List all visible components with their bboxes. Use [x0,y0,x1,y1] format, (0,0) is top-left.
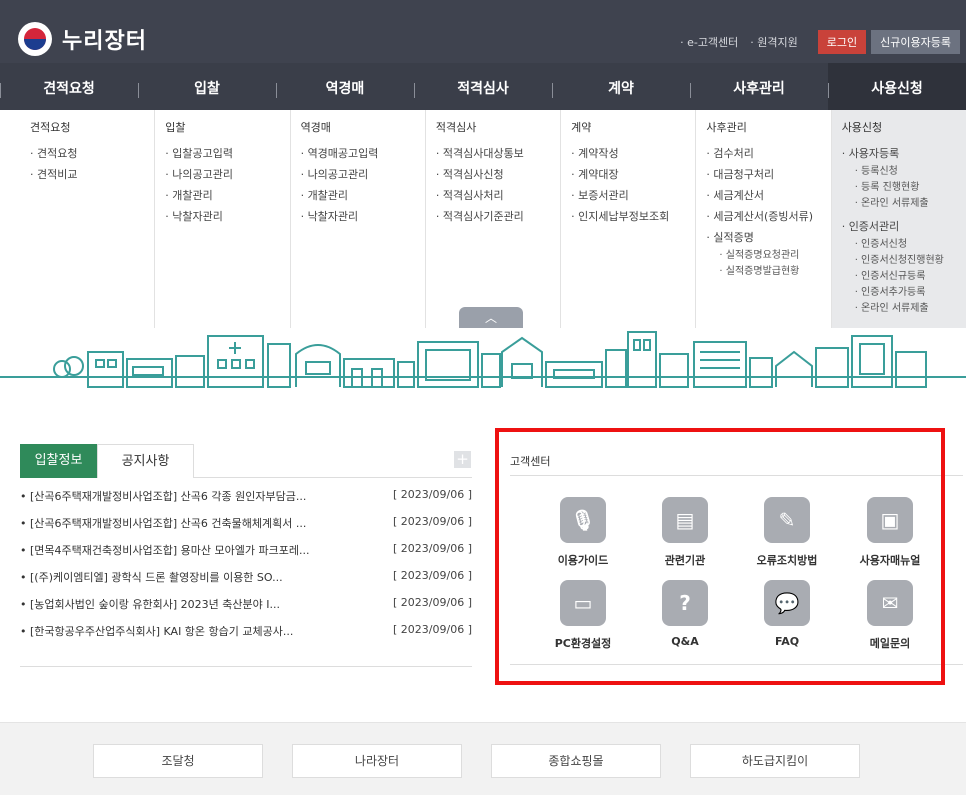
gnb-aftercare[interactable]: 사후관리 [690,63,828,110]
list-item[interactable]: [농업회사법인 숲이랑 유한회사] 2023년 축산분야 I... [ 2023/… [20,596,472,623]
menu-col-title: 입찰 [165,121,186,134]
menu-item[interactable]: 입찰공고입력 [165,143,289,164]
logo-text: 누리장터 [62,29,147,54]
tab-notice[interactable]: 공지사항 [97,444,194,478]
menu-col-contract: 계약 계약작성 계약대장 보증서관리 인지세납부정보조회 [561,110,697,328]
list-item[interactable]: [면목4주택재건축정비사업조합] 용마산 모아엘가 파크포레... [ 2023/… [20,542,472,569]
menu-item[interactable]: 사용자등록 [842,143,966,164]
top-bar: 누리장터 e-고객센터 원격지원 로그인 신규이용자등록 [0,0,966,63]
menu-item[interactable]: 낙찰자관리 [165,206,289,227]
footer-link-subcontract[interactable]: 하도급지킴이 [690,744,860,778]
gnb-contract[interactable]: 계약 [552,63,690,110]
menu-item[interactable]: 나의공고관리 [301,164,425,185]
menu-col-title: 사용신청 [841,121,883,134]
highlight-box [495,428,945,685]
city-skyline-illustration [0,331,966,388]
menu-col-qualification: 적격심사 적격심사대상통보 적격심사신청 적격심사처리 적격심사기준관리 [426,110,562,328]
menu-col-title: 역경매 [300,121,331,134]
menu-item[interactable]: 세금계산서 [706,185,830,206]
menu-item[interactable]: 적격심사기준관리 [436,206,560,227]
list-item[interactable]: [(주)케이엠티엘] 광학식 드론 촬영장비를 이용한 SO... [ 2023/… [20,569,472,596]
menu-item[interactable]: 인증서관리 [842,216,966,237]
logo[interactable]: 누리장터 [18,22,147,56]
footer-link-pps[interactable]: 조달청 [93,744,263,778]
news-date: [ 2023/09/06 ] [393,623,472,636]
menu-col-title: 견적요청 [30,121,71,134]
login-button[interactable]: 로그인 [817,30,867,54]
news-date: [ 2023/09/06 ] [393,515,472,528]
menu-item[interactable]: 계약대장 [571,164,695,185]
news-title[interactable]: [한국항공우주산업주식회사] KAI 항온 항습기 교체공사... [20,623,293,650]
footer-link-shopping[interactable]: 종합쇼핑몰 [491,744,661,778]
menu-subitem[interactable]: 인증서신규등록 [842,269,966,285]
logo-emblem-icon [18,22,52,56]
news-date: [ 2023/09/06 ] [393,569,472,582]
gnb-reverse-auction[interactable]: 역경매 [276,63,414,110]
news-date: [ 2023/09/06 ] [393,596,472,609]
menu-subitem[interactable]: 온라인 서류제출 [842,196,966,212]
menu-item[interactable]: 낙찰자관리 [301,206,425,227]
gnb-quote[interactable]: 견적요청 [0,63,138,110]
menu-subitem[interactable]: 인증서신청진행현황 [842,253,966,269]
menu-item[interactable]: 나의공고관리 [165,164,289,185]
gnb-registration[interactable]: 사용신청 [828,63,966,110]
news-title[interactable]: [농업회사법인 숲이랑 유한회사] 2023년 축산분야 I... [20,596,280,623]
news-date: [ 2023/09/06 ] [393,488,472,501]
list-item[interactable]: [산곡6주택재개발정비사업조합] 산곡6 각종 원인자부담금... [ 2023/… [20,488,472,515]
menu-col-title: 계약 [571,121,592,134]
footer-link-g2b[interactable]: 나라장터 [292,744,462,778]
gnb-bid[interactable]: 입찰 [138,63,276,110]
more-plus-icon[interactable]: + [454,451,471,468]
menu-subitem[interactable]: 실적증명요청관리 [706,248,830,264]
menu-item[interactable]: 견적요청 [30,143,154,164]
ecustomer-link[interactable]: e-고객센터 [680,34,738,50]
menu-subitem[interactable]: 실적증명발급현황 [706,264,830,280]
menu-subitem[interactable]: 등록 진행현황 [842,180,966,196]
menu-item[interactable]: 실적증명 [706,227,830,248]
news-title[interactable]: [산곡6주택재개발정비사업조합] 산곡6 건축물해체계획서 ... [20,515,306,542]
menu-item[interactable]: 적격심사처리 [436,185,560,206]
news-title[interactable]: [(주)케이엠티엘] 광학식 드론 촬영장비를 이용한 SO... [20,569,283,596]
menu-subitem[interactable]: 등록신청 [842,164,966,180]
remote-support-link[interactable]: 원격지원 [750,34,797,50]
news-date: [ 2023/09/06 ] [393,542,472,555]
menu-item[interactable]: 견적비교 [30,164,154,185]
menu-item[interactable]: 검수처리 [706,143,830,164]
menu-subitem[interactable]: 인증서추가등록 [842,285,966,301]
menu-item[interactable]: 보증서관리 [571,185,695,206]
menu-item[interactable]: 개찰관리 [301,185,425,206]
menu-col-registration: 사용신청 사용자등록 등록신청 등록 진행현황 온라인 서류제출 인증서관리 인… [831,110,966,328]
menu-col-bid: 입찰 입찰공고입력 나의공고관리 개찰관리 낙찰자관리 [155,110,291,328]
menu-col-title: 적격심사 [435,121,477,134]
menu-col-quote: 견적요청 견적요청 견적비교 [0,110,156,328]
list-item[interactable]: [산곡6주택재개발정비사업조합] 산곡6 건축물해체계획서 ... [ 2023/… [20,515,472,542]
menu-item[interactable]: 역경매공고입력 [301,143,425,164]
utility-links: e-고객센터 원격지원 로그인 신규이용자등록 [680,30,960,54]
gnb-qualification[interactable]: 적격심사 [414,63,552,110]
menu-item[interactable]: 대금청구처리 [706,164,830,185]
tab-bid-info[interactable]: 입찰정보 [20,444,97,478]
menu-subitem[interactable]: 온라인 서류제출 [842,301,966,317]
menu-item[interactable]: 세금계산서(증빙서류) [706,206,830,227]
list-item[interactable]: [한국항공우주산업주식회사] KAI 항온 항습기 교체공사... [ 2023/… [20,623,472,650]
menu-col-aftercare: 사후관리 검수처리 대금청구처리 세금계산서 세금계산서(증빙서류) 실적증명 … [696,110,832,328]
menu-col-title: 사후관리 [706,121,747,134]
notice-tabs: 입찰정보 공지사항 [20,444,472,478]
news-title[interactable]: [면목4주택재건축정비사업조합] 용마산 모아엘가 파크포레... [20,542,309,569]
bid-news-list: [산곡6주택재개발정비사업조합] 산곡6 각종 원인자부담금... [ 2023/… [20,488,472,650]
join-button[interactable]: 신규이용자등록 [871,30,960,54]
menu-item[interactable]: 계약작성 [571,143,695,164]
news-title[interactable]: [산곡6주택재개발정비사업조합] 산곡6 각종 원인자부담금... [20,488,306,515]
menu-item[interactable]: 적격심사대상통보 [436,143,560,164]
menu-subitem[interactable]: 인증서신청 [842,237,966,253]
menu-item[interactable]: 개찰관리 [165,185,289,206]
mega-menu: 견적요청 견적요청 견적비교 입찰 입찰공고입력 나의공고관리 개찰관리 낙찰자… [0,110,966,328]
divider [20,666,472,667]
menu-item[interactable]: 인지세납부정보조회 [571,206,695,227]
global-nav: 견적요청 입찰 역경매 적격심사 계약 사후관리 사용신청 [0,63,966,110]
menu-col-reverse-auction: 역경매 역경매공고입력 나의공고관리 개찰관리 낙찰자관리 [291,110,426,328]
menu-item[interactable]: 적격심사신청 [436,164,560,185]
